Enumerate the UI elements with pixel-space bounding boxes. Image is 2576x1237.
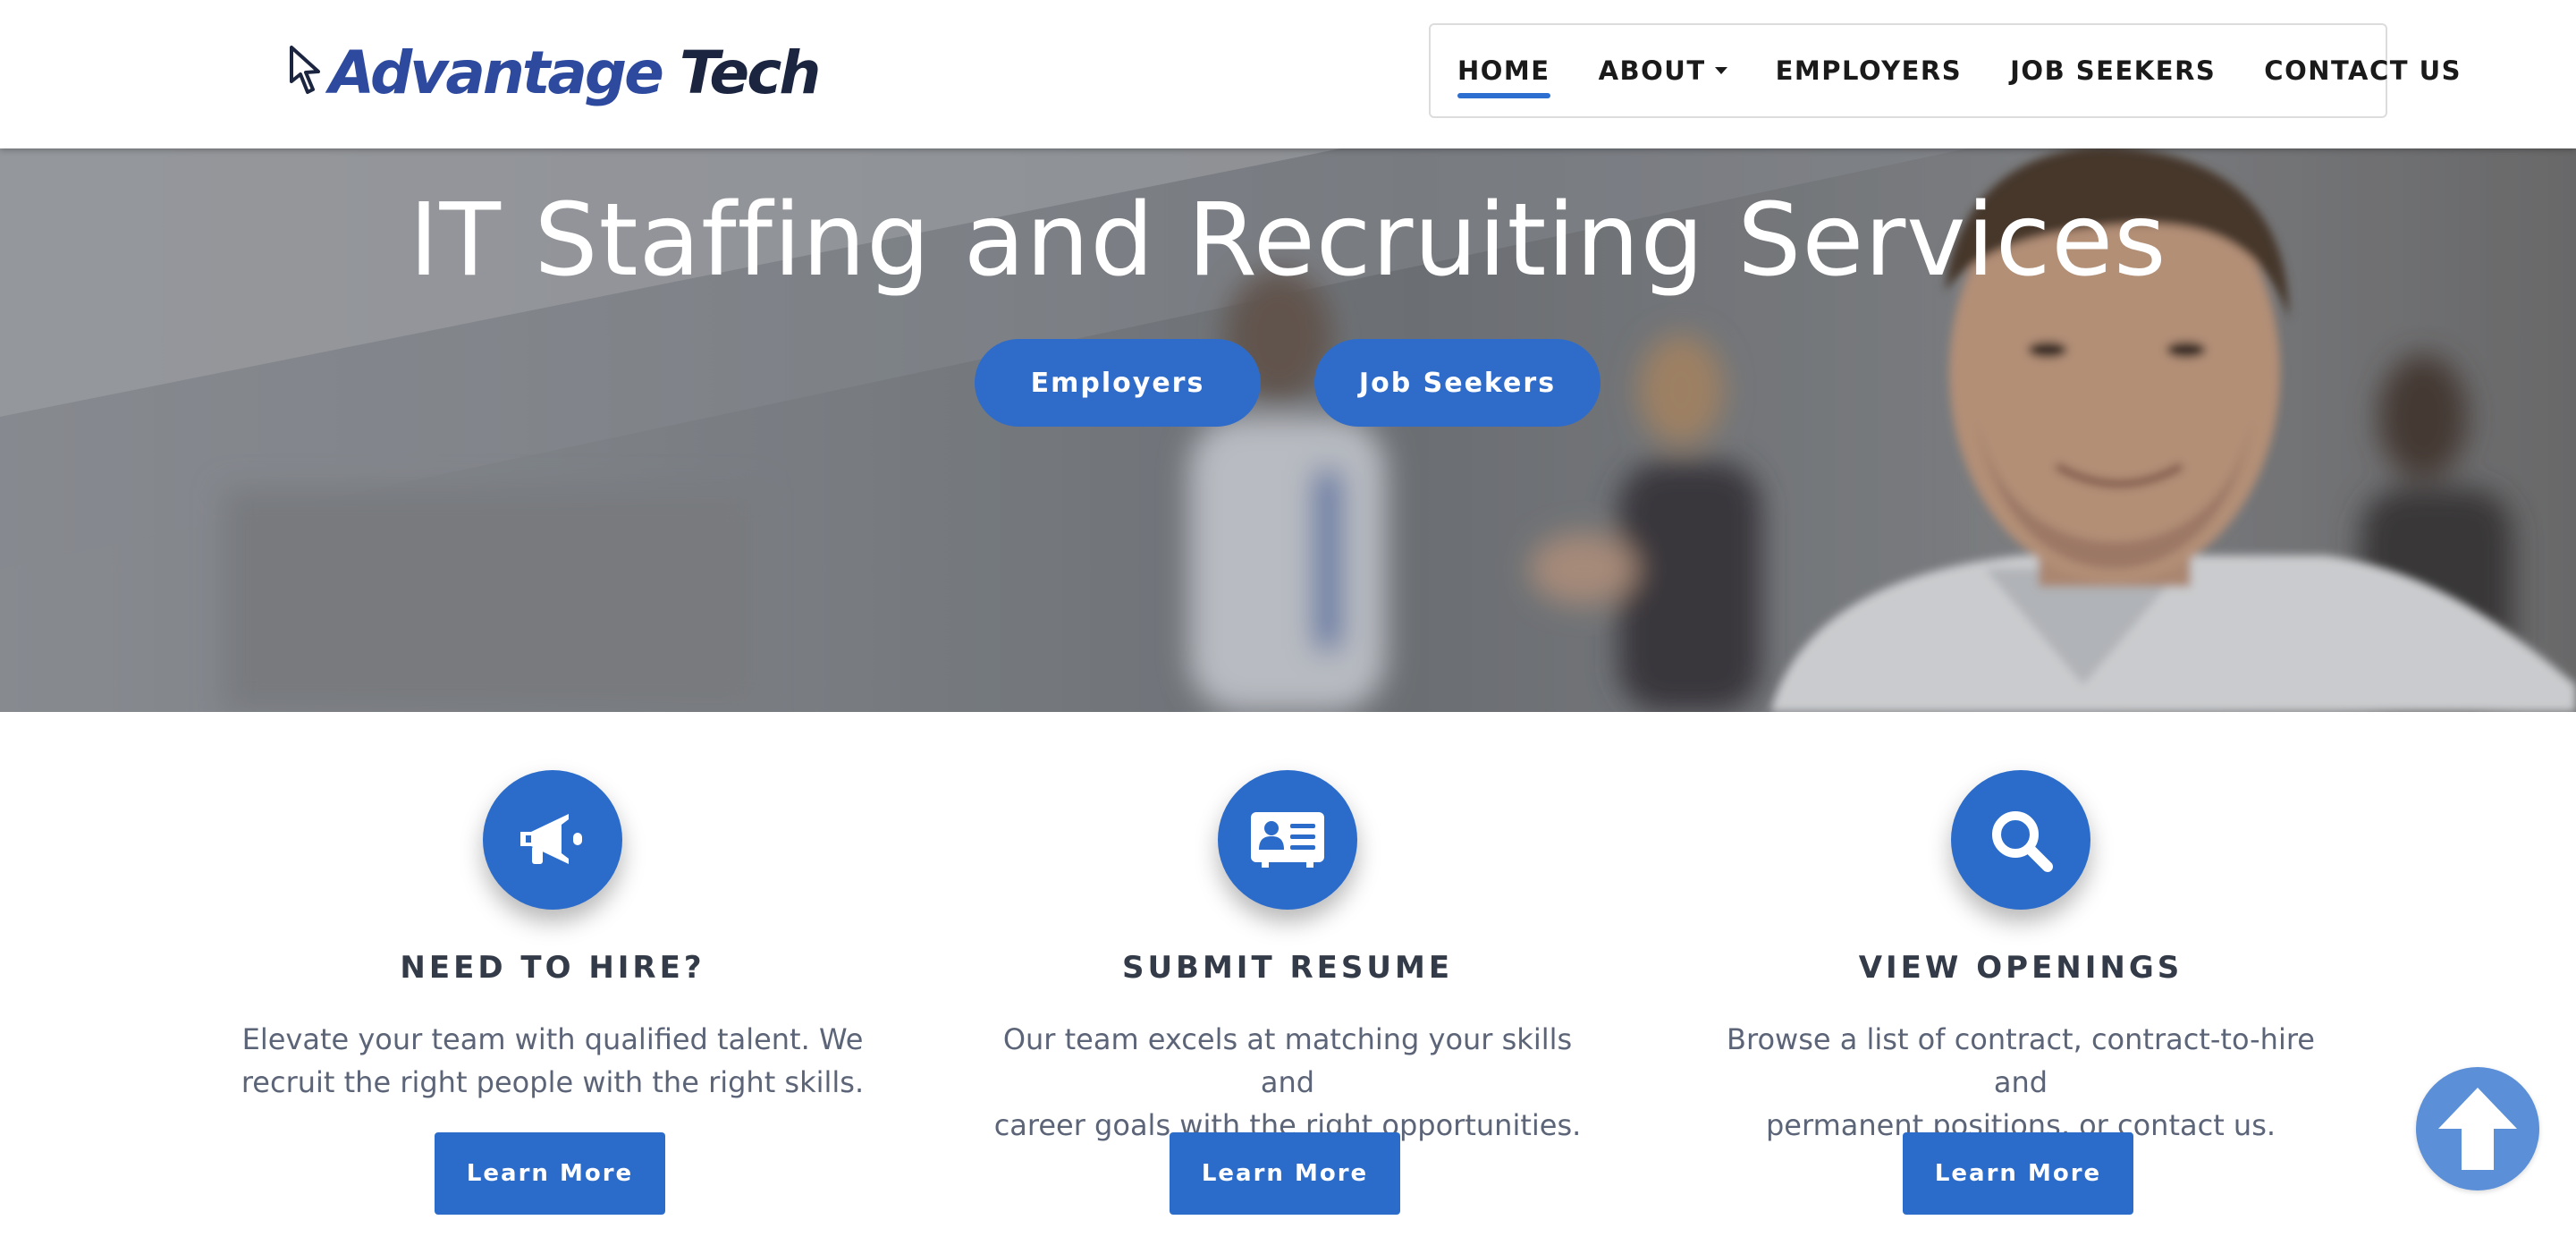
nav-about[interactable]: ABOUT xyxy=(1599,55,1727,86)
feature-icon-circle xyxy=(1951,770,2090,910)
megaphone-icon xyxy=(520,814,582,864)
learn-more-button[interactable]: Learn More xyxy=(435,1132,665,1215)
feature-description-line: recruit the right people with the right … xyxy=(241,1065,865,1099)
feature-icon-circle xyxy=(483,770,622,910)
hero-job-seekers-button[interactable]: Job Seekers xyxy=(1314,339,1600,427)
arrow-up-icon xyxy=(2438,1088,2517,1170)
site-header: Advantage Tech HOME ABOUT EMPLOYERS JOB … xyxy=(0,0,2576,148)
feature-description: Elevate your team with qualified talent.… xyxy=(240,1018,866,1104)
nav-about-label: ABOUT xyxy=(1598,55,1706,86)
nav-job-seekers-label: JOB SEEKERS xyxy=(2010,55,2217,86)
feature-heading: SUBMIT RESUME xyxy=(1121,950,1454,986)
feature-description: Our team excels at matching your skills … xyxy=(975,1018,1600,1147)
scroll-to-top-button[interactable] xyxy=(2416,1067,2539,1190)
feature-description-line: Browse a list of contract, contract-to-h… xyxy=(1727,1022,2315,1099)
search-icon xyxy=(1992,811,2053,872)
hero-banner: IT Staffing and Recruiting Services Empl… xyxy=(0,148,2576,712)
learn-more-button[interactable]: Learn More xyxy=(1903,1132,2133,1215)
cursor-icon xyxy=(290,46,320,94)
feature-description-line: Elevate your team with qualified talent.… xyxy=(241,1022,864,1056)
nav-employers[interactable]: EMPLOYERS xyxy=(1776,55,1963,86)
nav-contact-us[interactable]: CONTACT US xyxy=(2264,55,2462,86)
nav-home[interactable]: HOME xyxy=(1457,55,1550,98)
brand-name: Advantage Tech xyxy=(329,44,821,103)
brand-logo[interactable]: Advantage Tech xyxy=(288,30,821,116)
nav-job-seekers[interactable]: JOB SEEKERS xyxy=(2010,55,2216,86)
id-card-icon xyxy=(1251,812,1324,868)
feature-heading: NEED TO HIRE? xyxy=(400,950,705,986)
nav-contact-us-label: CONTACT US xyxy=(2264,55,2462,86)
caret-down-icon xyxy=(1714,67,1727,74)
hero-employers-button[interactable]: Employers xyxy=(975,339,1261,427)
feature-description-line: Our team excels at matching your skills … xyxy=(1002,1022,1573,1099)
feature-heading: VIEW OPENINGS xyxy=(1858,950,2183,986)
feature-icon-circle xyxy=(1218,770,1357,910)
brand-word-tech: Tech xyxy=(679,38,821,107)
brand-word-advantage: Advantage xyxy=(329,38,664,107)
hero-title: IT Staffing and Recruiting Services xyxy=(409,182,2167,299)
learn-more-button[interactable]: Learn More xyxy=(1170,1132,1400,1215)
main-nav: HOME ABOUT EMPLOYERS JOB SEEKERS CONTACT… xyxy=(1429,23,2461,118)
nav-home-label: HOME xyxy=(1457,55,1550,86)
feature-description: Browse a list of contract, contract-to-h… xyxy=(1708,1018,2334,1147)
nav-employers-label: EMPLOYERS xyxy=(1775,55,1963,86)
